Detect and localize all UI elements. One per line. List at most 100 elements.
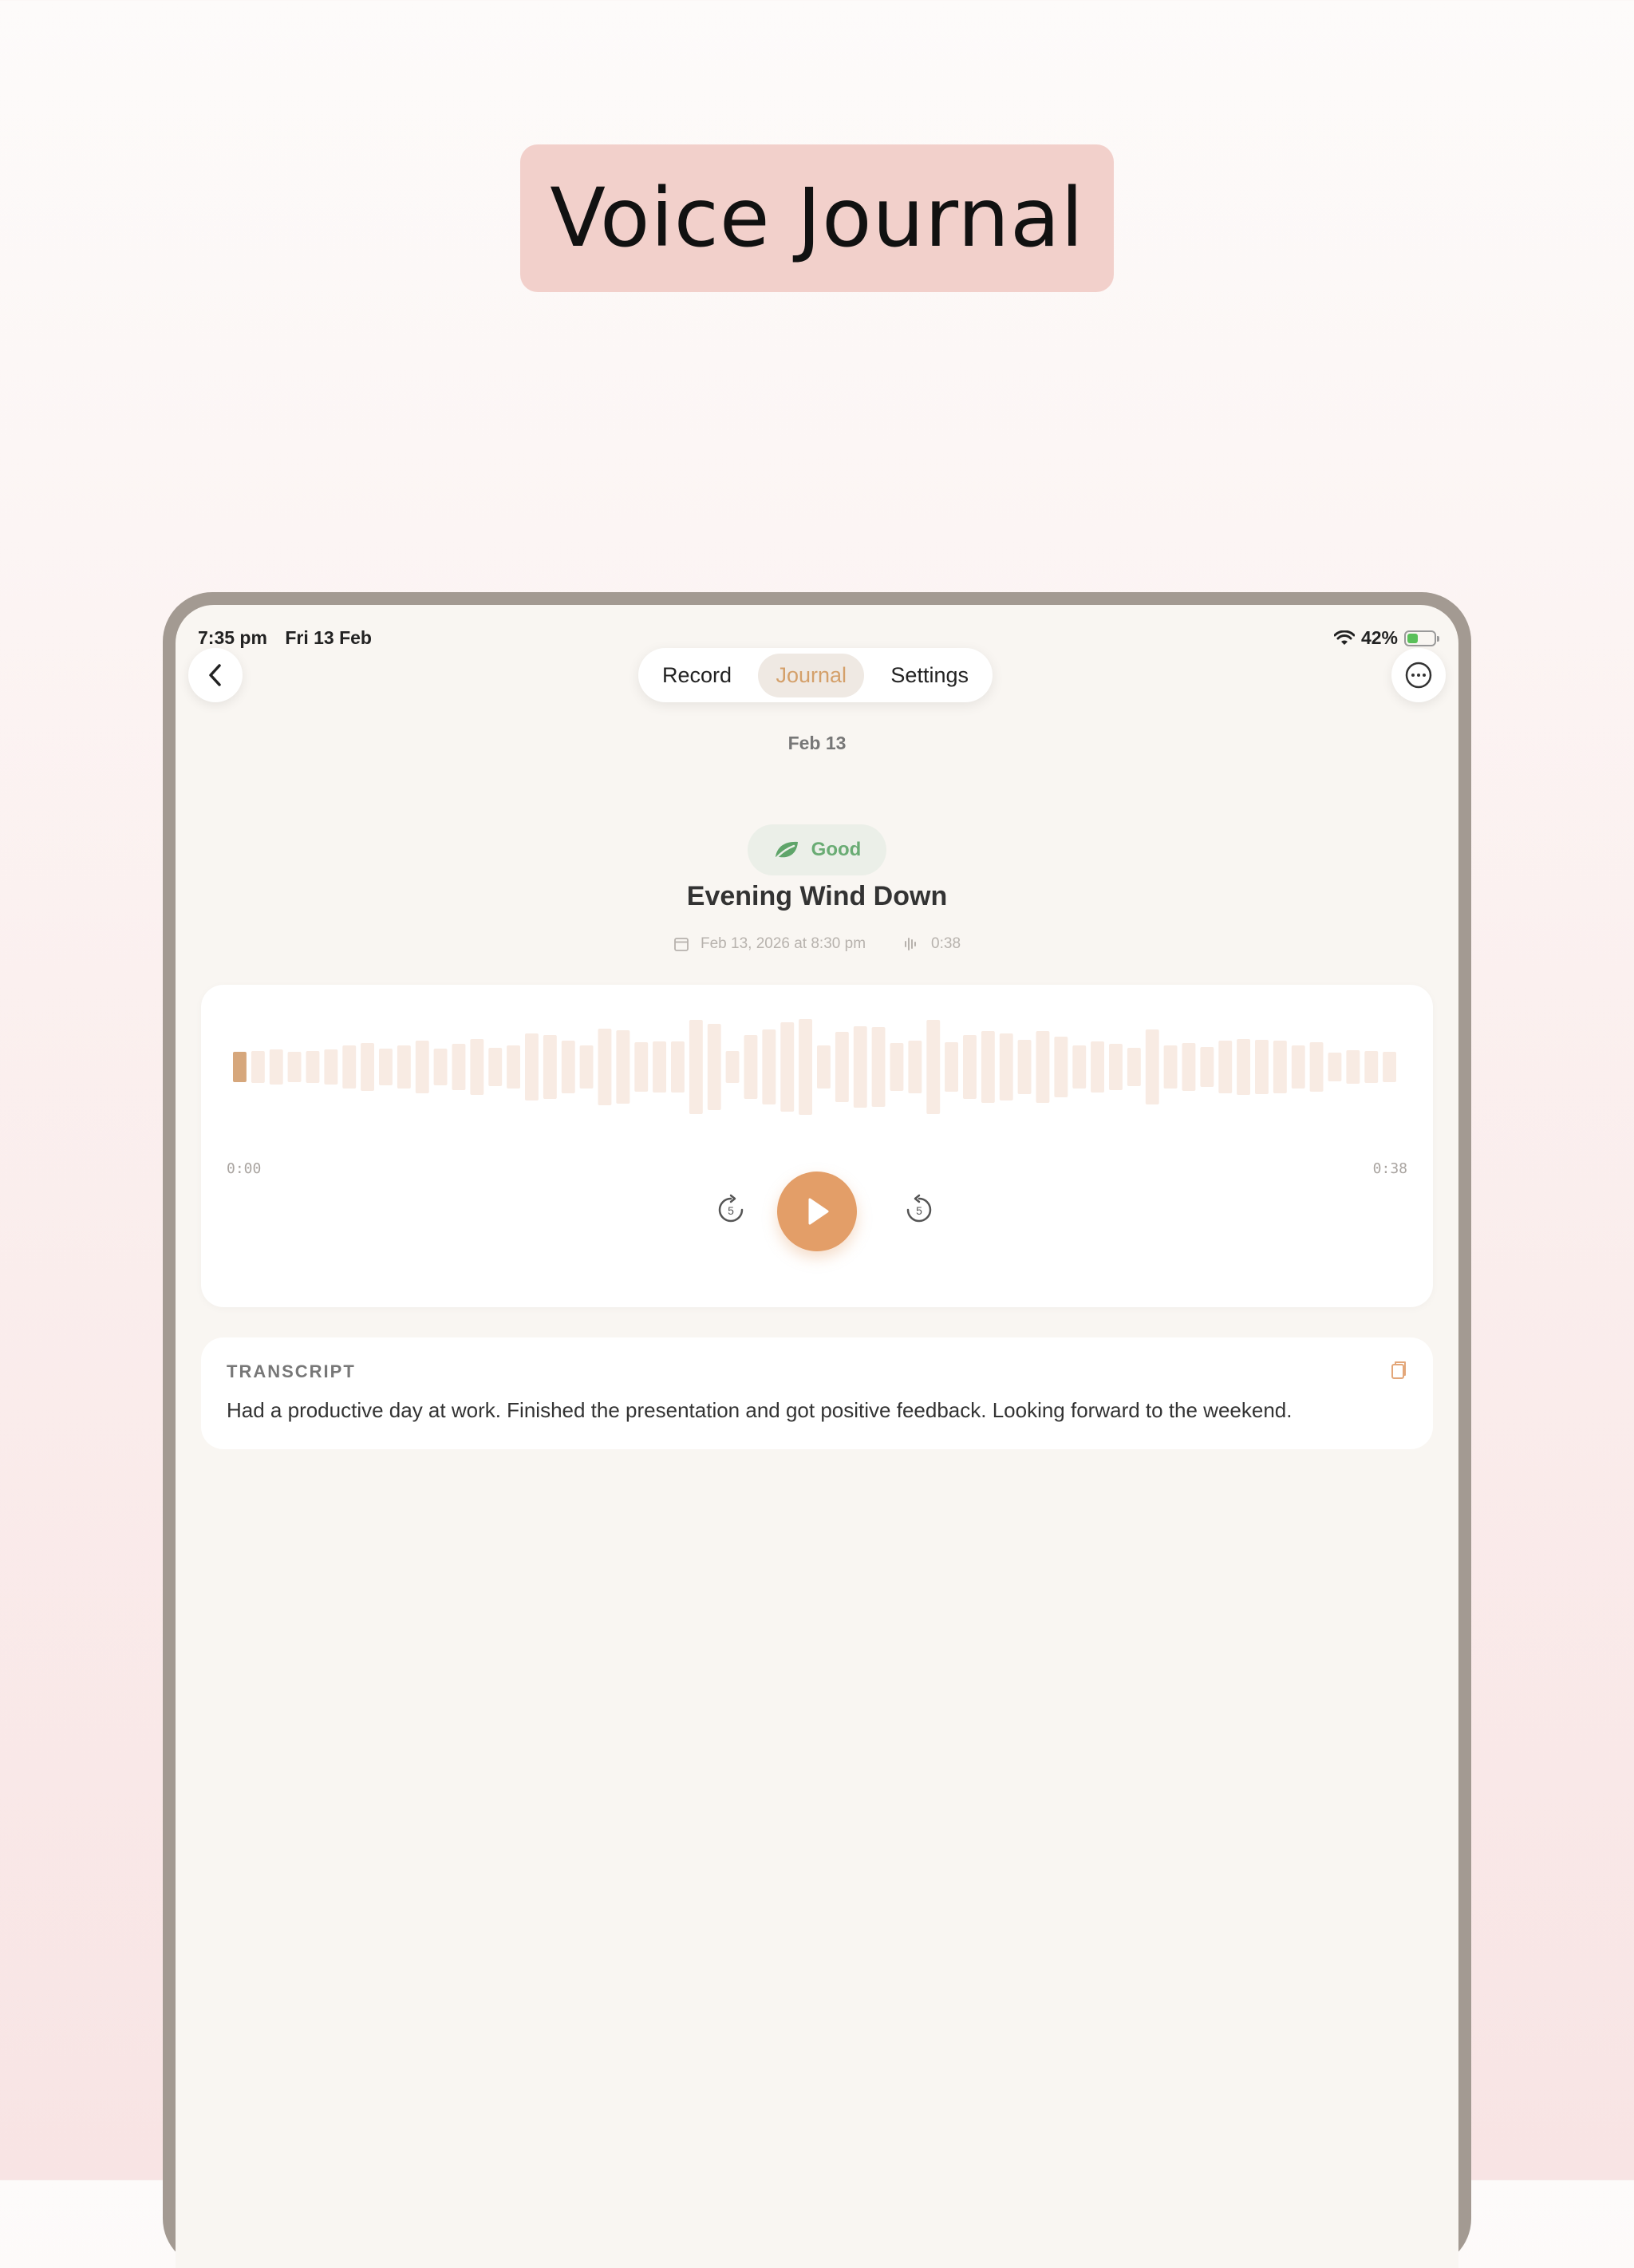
mood-label: Good — [811, 839, 862, 860]
waveform-bar — [835, 1032, 849, 1102]
ellipsis-circle-icon — [1405, 662, 1432, 689]
waveform-scrubber[interactable] — [233, 1017, 1401, 1117]
waveform-bar — [415, 1041, 429, 1093]
status-date: Fri 13 Feb — [285, 627, 372, 648]
waveform-bar — [963, 1035, 977, 1099]
back-button[interactable] — [188, 648, 243, 702]
entry-meta: Feb 13, 2026 at 8:30 pm 0:38 — [176, 935, 1458, 953]
leaf-icon — [775, 841, 798, 859]
waveform-bar — [1273, 1041, 1287, 1093]
waveform-bar — [507, 1045, 520, 1089]
entry-duration: 0:38 — [931, 935, 961, 952]
waveform-bar — [525, 1033, 539, 1100]
status-bar-left: 7:35 pm Fri 13 Feb — [198, 627, 385, 649]
waveform-bar — [634, 1042, 649, 1092]
waveform-icon — [905, 938, 917, 950]
waveform-bar — [287, 1052, 302, 1082]
waveform-bar — [890, 1043, 904, 1091]
waveform-bar — [616, 1030, 630, 1104]
waveform-bar — [908, 1041, 922, 1093]
waveform-bar — [579, 1045, 594, 1089]
waveform-bar — [1364, 1051, 1379, 1083]
waveform-bar — [1127, 1048, 1141, 1086]
waveform-bar — [653, 1041, 666, 1093]
tab-record[interactable]: Record — [645, 654, 749, 697]
waveform-bar — [1036, 1031, 1050, 1103]
entry-datetime: Feb 13, 2026 at 8:30 pm — [700, 935, 866, 952]
status-bar-right: 42% — [1333, 627, 1439, 649]
waveform-bar — [1255, 1040, 1269, 1094]
waveform-bar — [853, 1026, 867, 1108]
battery-percent: 42% — [1360, 627, 1398, 648]
waveform-bar — [1237, 1039, 1250, 1095]
total-time: 0:38 — [1372, 1160, 1407, 1177]
mood-badge[interactable]: Good — [748, 824, 886, 875]
waveform-bar — [707, 1024, 721, 1110]
chevron-left-icon — [209, 664, 221, 686]
waveform-bar — [1017, 1040, 1032, 1094]
wifi-icon — [1333, 630, 1355, 645]
waveform-bar — [1054, 1037, 1068, 1097]
waveform-bar — [671, 1041, 685, 1093]
waveform-bar — [981, 1031, 995, 1103]
tab-settings[interactable]: Settings — [873, 654, 986, 697]
audio-player-card: 0:00 0:38 5 5 — [201, 985, 1433, 1307]
waveform-bar — [1328, 1053, 1342, 1081]
waveform-bar — [470, 1039, 484, 1095]
waveform-bar — [1291, 1045, 1305, 1089]
waveform-bar — [233, 1052, 247, 1082]
current-time: 0:00 — [227, 1160, 262, 1177]
waveform-bar — [1309, 1042, 1324, 1092]
skip-back-5-icon[interactable]: 5 — [715, 1194, 747, 1226]
waveform-bar — [762, 1029, 776, 1104]
waveform-bar — [433, 1049, 448, 1085]
waveform-bar — [1109, 1044, 1123, 1090]
waveform-bar — [598, 1029, 612, 1105]
play-icon — [808, 1198, 829, 1225]
waveform-bar — [1218, 1041, 1233, 1093]
transcript-label: TRANSCRIPT — [227, 1361, 356, 1381]
skip-forward-label: 5 — [916, 1204, 922, 1217]
waveform-bar — [379, 1049, 393, 1085]
skip-back-label: 5 — [728, 1204, 734, 1217]
waveform-bar — [561, 1041, 575, 1093]
battery-icon — [1404, 630, 1439, 646]
transcript-card: TRANSCRIPT Had a productive day at work.… — [201, 1337, 1433, 1449]
waveform-bar — [999, 1033, 1013, 1100]
waveform-bar — [1346, 1050, 1360, 1084]
play-button[interactable] — [777, 1172, 857, 1251]
waveform-bar — [488, 1048, 503, 1086]
more-button[interactable] — [1391, 648, 1446, 702]
waveform-bar — [945, 1042, 958, 1092]
promo-title: Voice Journal — [520, 144, 1114, 292]
waveform-bar — [306, 1051, 320, 1083]
waveform-bar — [1072, 1045, 1087, 1089]
app-screen: 7:35 pm Fri 13 Feb 42% Record Journal Se… — [176, 605, 1458, 2268]
waveform-bar — [871, 1027, 886, 1107]
date-header: Feb 13 — [787, 733, 847, 753]
waveform-bar — [269, 1049, 283, 1085]
waveform-bar — [1091, 1041, 1104, 1093]
status-time: 7:35 pm — [198, 627, 267, 648]
waveform-bar — [926, 1020, 941, 1114]
transcript-text: Had a productive day at work. Finished t… — [227, 1398, 1293, 1422]
waveform-bar — [799, 1019, 812, 1115]
waveform-bar — [689, 1020, 703, 1114]
waveform-bar — [452, 1044, 466, 1090]
tablet-frame: 7:35 pm Fri 13 Feb 42% Record Journal Se… — [163, 592, 1471, 2268]
tab-bar: Record Journal Settings — [638, 648, 993, 702]
waveform-bar — [817, 1045, 831, 1089]
waveform-bar — [1182, 1043, 1196, 1091]
waveform-bar — [1145, 1029, 1159, 1104]
copy-icon[interactable] — [1387, 1358, 1411, 1382]
waveform-bar — [324, 1049, 338, 1085]
entry-title: Evening Wind Down — [686, 881, 948, 911]
skip-forward-5-icon[interactable]: 5 — [903, 1194, 935, 1226]
tab-journal[interactable]: Journal — [758, 653, 865, 697]
waveform-bar — [397, 1045, 411, 1089]
waveform-bar — [1163, 1045, 1178, 1089]
waveform-bar — [361, 1043, 374, 1091]
waveform-bar — [342, 1045, 357, 1089]
waveform-bar — [725, 1051, 740, 1083]
waveform-bar — [1200, 1047, 1214, 1087]
